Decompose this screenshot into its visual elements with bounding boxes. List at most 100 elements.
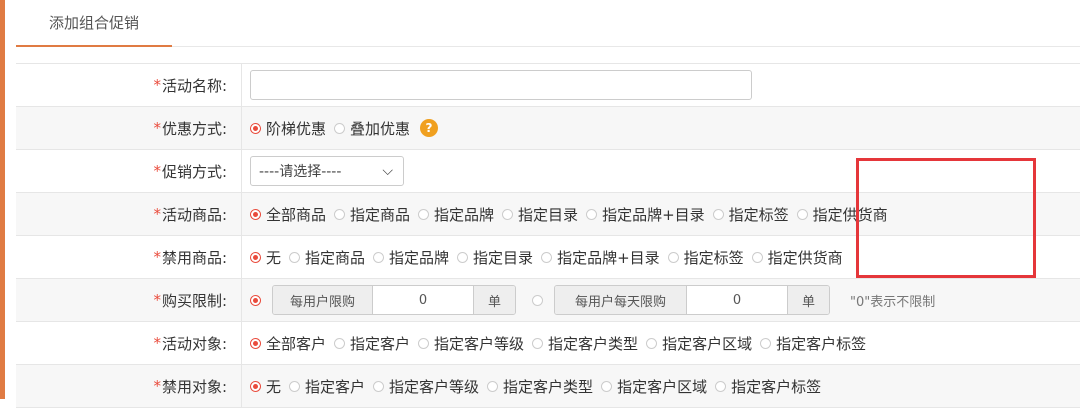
per-user-daily-limit-input[interactable]: 0 <box>687 286 787 314</box>
radio-icon <box>334 337 346 349</box>
field-label: * 购买限制: <box>16 279 242 321</box>
tab-add-combo-promotion[interactable]: 添加组合促销 <box>16 0 172 47</box>
row-activity-name: * 活动名称: <box>16 64 1080 107</box>
activity-name-input[interactable] <box>250 70 752 100</box>
highlight-annotation-box <box>856 158 1036 278</box>
radio-label: 指定客户标签 <box>731 377 822 396</box>
activity-goods-radio-option[interactable]: 指定品牌 <box>418 204 494 225</box>
banned-target-radio-option[interactable]: 指定客户区域 <box>601 376 707 397</box>
radio-label: 指定客户等级 <box>434 334 525 353</box>
per-user-daily-limit-unit: 单 <box>787 286 829 314</box>
activity-target-label: 活动对象: <box>161 334 227 353</box>
radio-icon <box>373 251 385 263</box>
activity-target-radio-option[interactable]: 指定客户 <box>334 333 410 354</box>
activity-goods-radio-option[interactable]: 指定品牌+目录 <box>586 204 705 225</box>
radio-label: 指定客户标签 <box>776 334 867 353</box>
radio-label: 指定目录 <box>473 248 534 267</box>
radio-icon <box>418 208 430 220</box>
radio-icon <box>289 380 301 392</box>
radio-label: 指定商品 <box>350 205 411 224</box>
banned-target-radio-option[interactable]: 指定客户 <box>289 376 365 397</box>
banned-target-radio-option[interactable]: 指定客户标签 <box>715 376 821 397</box>
banned-target-radio-option[interactable]: 指定客户等级 <box>373 376 479 397</box>
tab-bar: 添加组合促销 <box>16 0 1080 47</box>
activity-goods-radio-option[interactable]: 指定标签 <box>712 204 789 225</box>
radio-icon <box>586 208 598 220</box>
radio-icon <box>334 122 346 134</box>
banned-goods-radio-option[interactable]: 指定品牌 <box>373 247 449 268</box>
radio-label: 指定标签 <box>728 205 789 224</box>
purchase-limit-label: 购买限制: <box>161 291 227 310</box>
field-label: * 促销方式: <box>16 150 242 192</box>
radio-selected-icon <box>250 208 261 220</box>
radio-icon <box>541 251 553 263</box>
activity-target-radio-option[interactable]: 指定客户等级 <box>418 333 524 354</box>
required-mark: * <box>153 248 161 266</box>
banned-goods-radio-option[interactable]: 指定标签 <box>667 247 744 268</box>
field-label: * 禁用商品: <box>16 236 242 278</box>
banned-goods-radio-option[interactable]: 指定供货商 <box>751 247 843 268</box>
field-content: 全部客户 指定客户 指定客户等级 指定客户类型 指定客户区域 指定客户标签 <box>242 322 1080 364</box>
radio-label: 指定客户区域 <box>617 377 708 396</box>
row-activity-target: * 活动对象: 全部客户 指定客户 指定客户等级 指定客户类型 指定客户区域 指… <box>16 322 1080 365</box>
radio-icon <box>751 251 763 263</box>
discount-mode-radio-option[interactable]: 叠加优惠 <box>334 118 410 139</box>
radio-label: 指定商品 <box>305 248 366 267</box>
radio-label: 指定目录 <box>518 205 579 224</box>
radio-label: 全部客户 <box>266 334 327 353</box>
banned-goods-label: 禁用商品: <box>161 248 227 267</box>
banned-goods-radio-option[interactable]: 无 <box>250 247 281 268</box>
radio-label: 指定客户类型 <box>503 377 594 396</box>
activity-goods-radio-option[interactable]: 全部商品 <box>250 204 326 225</box>
promo-mode-label: 促销方式: <box>161 162 227 181</box>
banned-goods-radio-option[interactable]: 指定商品 <box>289 247 365 268</box>
per-user-limit-unit: 单 <box>473 286 515 314</box>
banned-goods-radio-option[interactable]: 指定品牌+目录 <box>541 247 660 268</box>
per-user-daily-limit-prefix: 每用户每天限购 <box>555 286 687 314</box>
radio-icon <box>289 251 301 263</box>
promo-mode-select[interactable]: ----请选择---- ⌵ <box>250 156 404 186</box>
per-user-daily-limit-radio[interactable] <box>532 294 543 306</box>
radio-label: 指定客户区域 <box>662 334 753 353</box>
field-label: * 活动对象: <box>16 322 242 364</box>
row-purchase-limit: * 购买限制: 每用户限购 0 单 每用户每天限购 0 单 "0"表示不限制 <box>16 279 1080 322</box>
radio-icon <box>373 380 385 392</box>
banned-goods-radio-option[interactable]: 指定目录 <box>457 247 533 268</box>
radio-icon <box>760 337 772 349</box>
radio-icon <box>712 208 724 220</box>
radio-label: 指定供货商 <box>767 248 843 267</box>
required-mark: * <box>153 377 161 395</box>
radio-label: 阶梯优惠 <box>266 119 327 138</box>
per-user-limit-radio[interactable] <box>250 294 261 306</box>
radio-label: 指定客户 <box>350 334 411 353</box>
activity-name-label: 活动名称: <box>161 76 227 95</box>
field-label: * 活动商品: <box>16 193 242 235</box>
activity-target-radio-option[interactable]: 指定客户类型 <box>532 333 638 354</box>
activity-goods-radio-option[interactable]: 指定商品 <box>334 204 410 225</box>
radio-icon <box>487 380 499 392</box>
radio-icon <box>502 208 514 220</box>
field-content <box>242 64 1080 106</box>
banned-target-radio-option[interactable]: 无 <box>250 376 281 397</box>
radio-icon <box>646 337 658 349</box>
per-user-daily-limit-group: 每用户每天限购 0 单 <box>554 285 830 315</box>
activity-goods-radio-option[interactable]: 指定目录 <box>502 204 578 225</box>
radio-selected-icon <box>250 122 261 134</box>
radio-label: 指定品牌+目录 <box>557 248 660 267</box>
per-user-limit-input[interactable]: 0 <box>373 286 473 314</box>
row-banned-target: * 禁用对象: 无 指定客户 指定客户等级 指定客户类型 指定客户区域 指定客户… <box>16 365 1080 408</box>
discount-mode-radio-option[interactable]: 阶梯优惠 <box>250 118 326 139</box>
required-mark: * <box>153 76 161 94</box>
help-question-icon[interactable]: ? <box>420 119 439 137</box>
radio-label: 指定标签 <box>683 248 744 267</box>
field-label: * 优惠方式: <box>16 107 242 149</box>
activity-target-radio-option[interactable]: 指定客户区域 <box>646 333 752 354</box>
radio-icon <box>715 380 727 392</box>
field-content: 阶梯优惠 叠加优惠 ? <box>242 107 1080 149</box>
activity-target-radio-option[interactable]: 指定客户标签 <box>760 333 866 354</box>
per-user-limit-group: 每用户限购 0 单 <box>272 285 516 315</box>
activity-target-radio-option[interactable]: 全部客户 <box>250 333 326 354</box>
banned-target-radio-option[interactable]: 指定客户类型 <box>487 376 593 397</box>
radio-label: 指定客户类型 <box>548 334 639 353</box>
left-accent-bar <box>0 0 5 399</box>
